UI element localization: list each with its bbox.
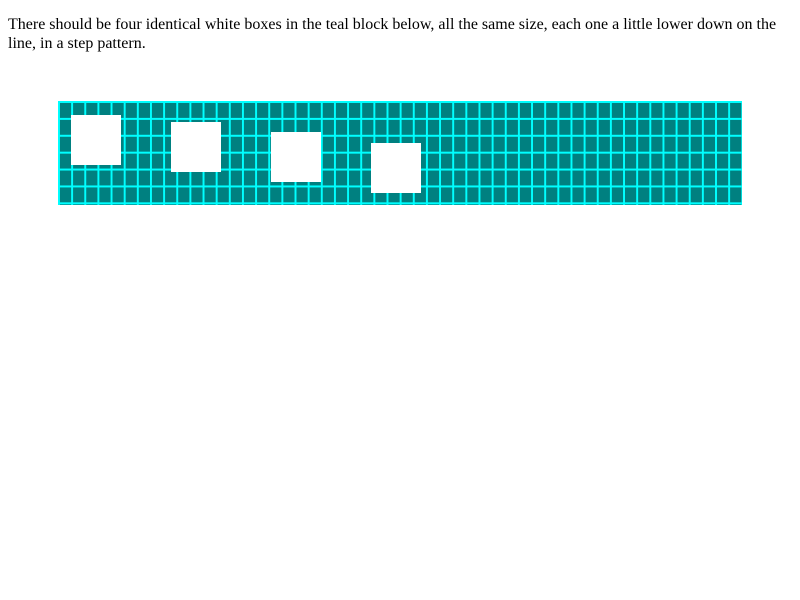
white-box-4 [371,143,421,193]
white-box-1 [71,115,121,165]
teal-grid-block [58,101,742,205]
white-box-3 [271,132,321,182]
white-box-2 [171,122,221,172]
instruction-text: There should be four identical white box… [8,16,777,52]
